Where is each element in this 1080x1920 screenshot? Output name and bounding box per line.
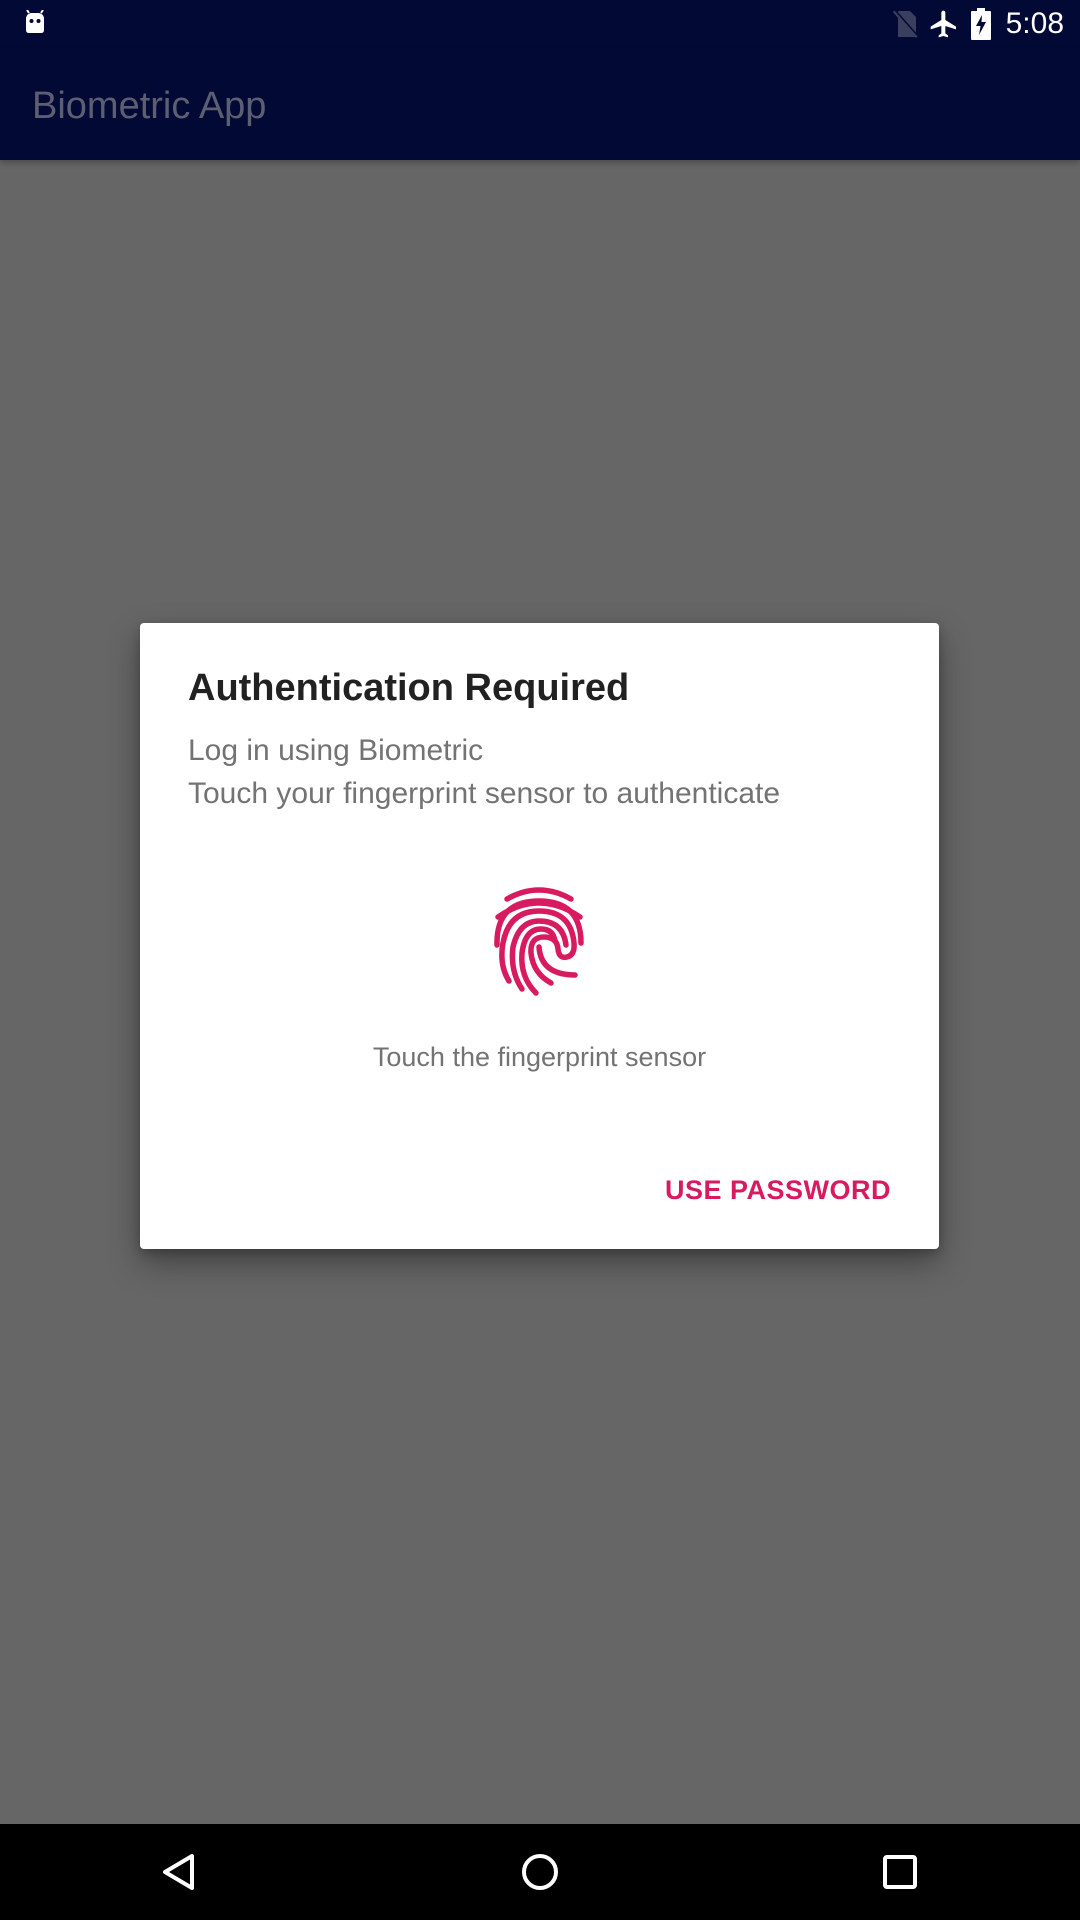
fingerprint-icon: [494, 887, 584, 996]
fingerprint-status-text: Touch the fingerprint sensor: [372, 1042, 707, 1072]
no-sim-icon: [892, 9, 918, 38]
screen: 5:08 Biometric App Authentication Requir…: [0, 0, 1080, 1920]
android-robot-icon: [26, 10, 44, 33]
back-icon[interactable]: [157, 1848, 205, 1896]
dialog-subtitle: Log in using Biometric: [188, 734, 484, 767]
clock: 5:08: [1005, 7, 1064, 40]
airplane-mode-icon: [930, 10, 956, 38]
app-bar: Biometric App: [0, 48, 1080, 160]
biometric-dialog: Authentication Required Log in using Bio…: [140, 623, 939, 1249]
status-icons: 5:08: [892, 0, 1064, 48]
app-title: Biometric App: [32, 85, 267, 127]
navigation-bar: [0, 1824, 1080, 1920]
dialog-title: Authentication Required: [188, 667, 630, 709]
use-password-button[interactable]: USE PASSWORD: [657, 1167, 899, 1214]
recents-icon[interactable]: [876, 1848, 924, 1896]
status-bar: 5:08: [0, 0, 1080, 48]
home-icon[interactable]: [516, 1848, 564, 1896]
battery-charging-icon: [970, 8, 991, 40]
dialog-description: Touch your fingerprint sensor to authent…: [188, 777, 781, 810]
